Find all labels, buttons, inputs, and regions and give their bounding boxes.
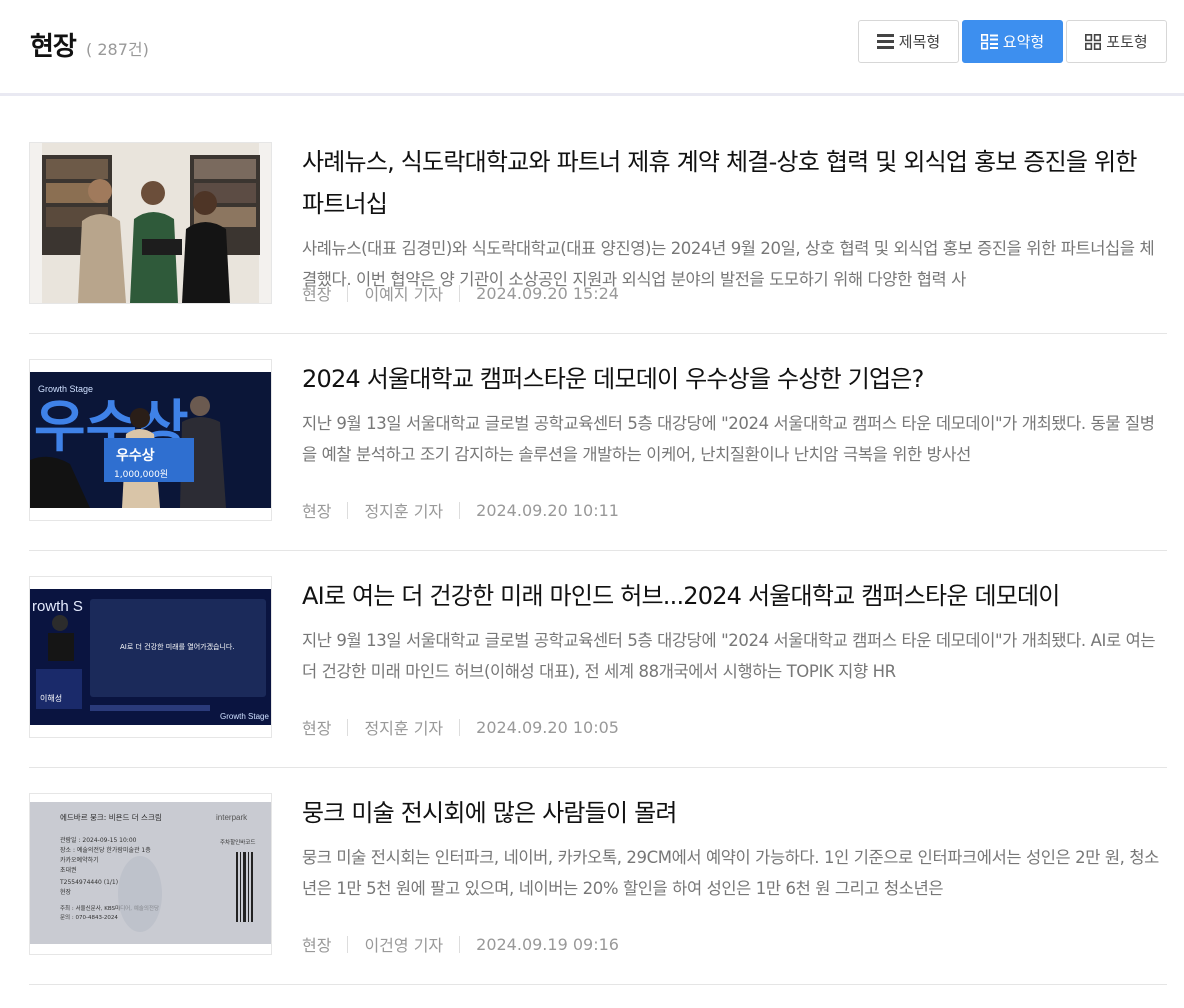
meta-divider <box>347 718 349 736</box>
article-author: 정지훈 기자 <box>364 719 444 738</box>
summary-grid-icon <box>980 33 998 49</box>
article-thumbnail[interactable]: Growth Stage 우수상 우수상 1,000,000원 <box>29 359 272 521</box>
ticket-photo: 에드바르 뭉크: 비욘드 더 스크림 interpark 관람일 : 2024-… <box>30 794 271 954</box>
ticket-brand: interpark <box>216 813 248 822</box>
view-summary-button[interactable]: 요약형 <box>962 20 1063 63</box>
meta-divider <box>347 501 349 519</box>
article-item[interactable]: Growth Stage 우수상 우수상 1,000,000원 2024 서울대… <box>29 334 1167 551</box>
article-meta: 현장 정지훈 기자 2024.09.20 10:11 <box>302 498 619 522</box>
article-title[interactable]: 사례뉴스, 식도락대학교와 파트너 제휴 계약 체결-상호 협력 및 외식업 홍… <box>302 141 1164 225</box>
view-photo-button[interactable]: 포토형 <box>1066 20 1167 63</box>
ticket-head: 에드바르 뭉크: 비욘드 더 스크림 <box>60 812 162 822</box>
view-summary-label: 요약형 <box>1002 33 1045 51</box>
view-photo-label: 포토형 <box>1106 33 1148 51</box>
article-content: 사례뉴스, 식도락대학교와 파트너 제휴 계약 체결-상호 협력 및 외식업 홍… <box>302 141 1164 295</box>
article-category: 현장 <box>302 719 332 738</box>
article-thumbnail[interactable]: 에드바르 뭉크: 비욘드 더 스크림 interpark 관람일 : 2024-… <box>29 793 272 955</box>
meta-divider <box>347 935 349 953</box>
article-category: 현장 <box>302 936 332 955</box>
article-meta: 현장 이예지 기자 2024.09.20 15:24 <box>302 281 619 305</box>
view-title-label: 제목형 <box>898 33 941 51</box>
article-title[interactable]: 뭉크 미술 전시회에 많은 사람들이 몰려 <box>302 792 1164 834</box>
presentation-photo: rowth S 이해성 AI로 더 건강한 미래를 열어가겠습니다. Growt… <box>30 577 271 737</box>
meta-divider <box>459 284 461 302</box>
article-date: 2024.09.20 10:05 <box>476 717 619 737</box>
prize-text: 우수상 <box>116 448 155 464</box>
article-date: 2024.09.19 09:16 <box>476 934 619 954</box>
article-content: 2024 서울대학교 캠퍼스타운 데모데이 우수상을 수상한 기업은? 지난 9… <box>302 358 1164 470</box>
article-count: ( 287건) <box>86 40 149 59</box>
article-meta: 현장 정지훈 기자 2024.09.20 10:05 <box>302 715 619 739</box>
article-item[interactable]: 에드바르 뭉크: 비욘드 더 스크림 interpark 관람일 : 2024-… <box>29 768 1167 985</box>
article-author: 이건영 기자 <box>364 936 444 955</box>
meta-divider <box>459 718 461 736</box>
article-content: AI로 여는 더 건강한 미래 마인드 허브...2024 서울대학교 캠퍼스타… <box>302 575 1164 687</box>
article-summary[interactable]: 지난 9월 13일 서울대학교 글로벌 공학교육센터 5층 대강당에 "2024… <box>302 625 1164 687</box>
article-title[interactable]: AI로 여는 더 건강한 미래 마인드 허브...2024 서울대학교 캠퍼스타… <box>302 575 1164 617</box>
ticket-line: 장소 : 예술의전당 한가람미술관 1층 <box>60 846 151 854</box>
section-header: 현장 ( 287건) 제목형 요약형 포토형 <box>0 0 1184 96</box>
meta-divider <box>459 935 461 953</box>
page-title: 현장 <box>30 32 77 62</box>
barcode-label: 주차할인바코드 <box>220 838 255 846</box>
meta-divider <box>347 284 349 302</box>
screen-text: AI로 더 건강한 미래를 열어가겠습니다. <box>120 642 235 651</box>
article-summary[interactable]: 뭉크 미술 전시회는 인터파크, 네이버, 카카오톡, 29CM에서 예약이 가… <box>302 842 1164 904</box>
ticket-line: T2554974440 (1/1) <box>59 879 118 886</box>
ticket-line: 카카오예약하기 <box>60 856 99 864</box>
article-thumbnail[interactable]: rowth S 이해성 AI로 더 건강한 미래를 열어가겠습니다. Growt… <box>29 576 272 738</box>
photo-grid-icon <box>1085 33 1102 50</box>
article-date: 2024.09.20 10:11 <box>476 500 619 520</box>
article-list: 사례뉴스, 식도락대학교와 파트너 제휴 계약 체결-상호 협력 및 외식업 홍… <box>29 117 1167 985</box>
ticket-footer: 문의 : 070-4843-2024 <box>60 914 118 921</box>
article-meta: 현장 이건영 기자 2024.09.19 09:16 <box>302 932 619 956</box>
view-mode-toggle: 제목형 요약형 포토형 <box>855 20 1167 63</box>
award-photo: Growth Stage 우수상 우수상 1,000,000원 <box>30 360 271 520</box>
article-category: 현장 <box>302 502 332 521</box>
prize-amount: 1,000,000원 <box>114 469 168 480</box>
article-title[interactable]: 2024 서울대학교 캠퍼스타운 데모데이 우수상을 수상한 기업은? <box>302 358 1164 400</box>
stage-bottom-label: Growth Stage <box>220 712 269 721</box>
speaker-name: 이해성 <box>40 693 62 703</box>
article-date: 2024.09.20 15:24 <box>476 283 619 303</box>
article-item[interactable]: rowth S 이해성 AI로 더 건강한 미래를 열어가겠습니다. Growt… <box>29 551 1167 768</box>
article-author: 정지훈 기자 <box>364 502 444 521</box>
view-title-button[interactable]: 제목형 <box>858 20 959 63</box>
meta-divider <box>459 501 461 519</box>
article-author: 이예지 기자 <box>364 285 444 304</box>
ticket-line: 현장 <box>60 888 72 896</box>
partnership-photo <box>30 143 271 303</box>
stage-top-label: rowth S <box>32 598 83 615</box>
ticket-line: 초대권 <box>60 866 77 874</box>
article-category: 현장 <box>302 285 332 304</box>
article-content: 뭉크 미술 전시회에 많은 사람들이 몰려 뭉크 미술 전시회는 인터파크, 네… <box>302 792 1164 904</box>
article-item[interactable]: 사례뉴스, 식도락대학교와 파트너 제휴 계약 체결-상호 협력 및 외식업 홍… <box>29 117 1167 334</box>
article-summary[interactable]: 지난 9월 13일 서울대학교 글로벌 공학교육센터 5층 대강당에 "2024… <box>302 408 1164 470</box>
list-icon <box>876 34 894 49</box>
article-thumbnail[interactable] <box>29 142 272 304</box>
ticket-line: 관람일 : 2024-09-15 10:00 <box>60 836 137 844</box>
stage-label: Growth Stage <box>38 384 93 394</box>
